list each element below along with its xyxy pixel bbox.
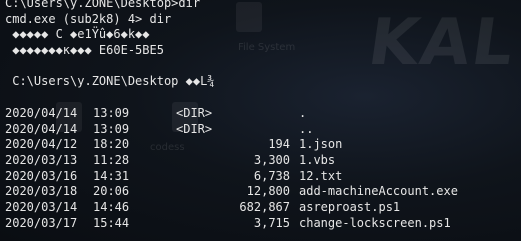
row-time: 18:20 [93, 137, 130, 152]
listing-row: 2020/03/17 15:44 3,715 change-lockscreen… [5, 216, 521, 232]
row-size: 6,738 [253, 168, 290, 183]
row-date: 2020/03/13 [5, 152, 78, 167]
listing-row: 2020/04/12 18:20 194 1.json [5, 137, 521, 153]
terminal-window[interactable]: KAL File System codess C:\Users\y.ZONE\D… [0, 0, 521, 241]
listing-row: 2020/03/14 14:46 682,867 asreproast.ps1 [5, 200, 521, 216]
row-filename: asreproast.ps1 [299, 199, 401, 214]
row-time: 20:06 [93, 184, 130, 199]
row-dir-tag: <DIR> [176, 121, 213, 136]
directory-of-line: C:\Users\y.ZONE\Desktop ◆◆L¾ [5, 74, 215, 89]
row-dir-tag: <DIR> [176, 105, 213, 120]
listing-row: 2020/03/18 20:06 12,800 add-machineAccou… [5, 184, 521, 200]
listing-row: 2020/04/14 13:09 <DIR> .. [5, 122, 521, 138]
row-filename: change-lockscreen.ps1 [299, 215, 451, 230]
row-size: 3,300 [253, 152, 290, 167]
row-size: 3,715 [253, 215, 290, 230]
row-filename: .. [299, 121, 314, 136]
terminal-output: C:\Users\y.ZONE\Desktop>dir cmd.exe (sub… [5, 0, 521, 231]
row-date: 2020/03/17 [5, 215, 78, 230]
command-prompt-line: C:\Users\y.ZONE\Desktop>dir [5, 0, 201, 10]
row-time: 13:09 [93, 121, 130, 136]
row-size: 194 [268, 137, 290, 152]
row-size: 682,867 [239, 199, 290, 214]
volume-label-line: ◆◆◆◆◆ C ◆e1Ÿû◆6◆k◆◆ [5, 27, 150, 42]
row-date: 2020/04/14 [5, 121, 78, 136]
row-filename: add-machineAccount.exe [299, 184, 458, 199]
row-date: 2020/04/12 [5, 137, 78, 152]
listing-row: 2020/03/13 11:28 3,300 1.vbs [5, 153, 521, 169]
row-filename: 12.txt [299, 168, 343, 183]
listing-row: 2020/03/16 14:31 6,738 12.txt [5, 169, 521, 185]
row-time: 14:31 [93, 168, 130, 183]
row-date: 2020/04/14 [5, 105, 78, 120]
row-time: 11:28 [93, 152, 130, 167]
row-time: 14:46 [93, 199, 130, 214]
row-date: 2020/03/16 [5, 168, 78, 183]
volume-serial-line: ◆◆◆◆◆◆◆к◆◆◆ E60E-5BE5 [5, 43, 164, 58]
row-filename: . [299, 105, 307, 120]
row-filename: 1.json [299, 137, 343, 152]
row-size: 12,800 [246, 184, 290, 199]
row-filename: 1.vbs [299, 152, 336, 167]
row-time: 13:09 [93, 105, 130, 120]
row-date: 2020/03/14 [5, 199, 78, 214]
row-date: 2020/03/18 [5, 184, 78, 199]
listing-row: 2020/04/14 13:09 <DIR> . [5, 106, 521, 122]
row-time: 15:44 [93, 215, 130, 230]
session-command-line: cmd.exe (sub2k8) 4> dir [5, 11, 172, 26]
